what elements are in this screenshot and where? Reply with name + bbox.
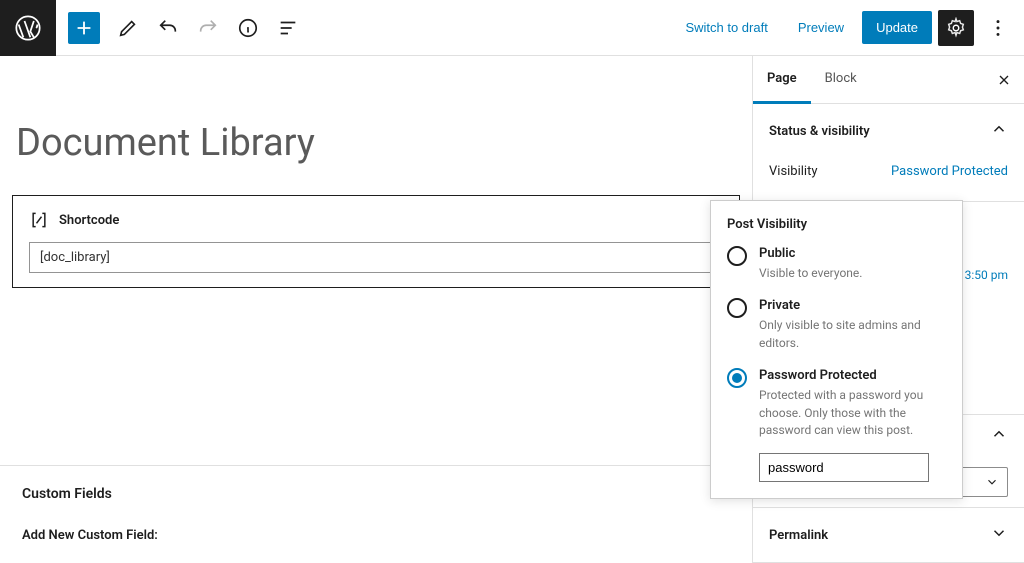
more-options-button[interactable]	[980, 10, 1016, 46]
chevron-down-icon	[990, 524, 1008, 546]
visibility-option-password[interactable]: Password Protected Protected with a pass…	[727, 368, 946, 439]
status-visibility-body: Visibility Password Protected	[753, 158, 1024, 201]
close-icon	[996, 72, 1012, 88]
chevron-up-icon	[990, 425, 1008, 447]
shortcode-block-header: Shortcode	[29, 210, 723, 230]
gear-icon	[945, 17, 967, 39]
tab-block[interactable]: Block	[811, 56, 871, 104]
toolbar-right: Switch to draft Preview Update	[673, 10, 1024, 46]
sidebar-tabs: Page Block	[753, 56, 1024, 104]
update-button[interactable]: Update	[862, 11, 932, 44]
preview-button[interactable]: Preview	[786, 12, 856, 43]
status-visibility-panel: Status & visibility Visibility Password …	[753, 104, 1024, 202]
radio-private-desc: Only visible to site admins and editors.	[759, 317, 946, 352]
post-visibility-popover: Post Visibility Public Visible to everyo…	[710, 200, 963, 499]
undo-button[interactable]	[150, 10, 186, 46]
outline-button[interactable]	[270, 10, 306, 46]
shortcode-label: Shortcode	[59, 213, 119, 228]
publish-time-peek: 3:50 pm	[965, 268, 1008, 282]
editor-canvas: Document Library Shortcode Custom Fields…	[0, 56, 752, 563]
visibility-option-private[interactable]: Private Only visible to site admins and …	[727, 298, 946, 352]
radio-password-desc: Protected with a password you choose. On…	[759, 387, 946, 439]
wordpress-logo[interactable]	[0, 0, 56, 56]
info-icon	[237, 17, 259, 39]
radio-private-label: Private	[759, 298, 946, 313]
visibility-option-public[interactable]: Public Visible to everyone.	[727, 246, 946, 282]
chevron-up-icon	[990, 120, 1008, 142]
visibility-row: Visibility Password Protected	[769, 158, 1008, 185]
pencil-icon	[117, 17, 139, 39]
password-input[interactable]	[759, 453, 929, 482]
shortcode-block[interactable]: Shortcode	[12, 195, 740, 288]
editor-topbar: Switch to draft Preview Update	[0, 0, 1024, 56]
tab-page[interactable]: Page	[753, 56, 811, 104]
plus-icon	[73, 17, 95, 39]
page-title[interactable]: Document Library	[10, 121, 742, 165]
visibility-value[interactable]: Password Protected	[891, 164, 1008, 179]
add-block-button[interactable]	[68, 12, 100, 44]
shortcode-icon	[29, 210, 49, 230]
custom-fields-title: Custom Fields	[22, 486, 730, 502]
add-custom-field-label: Add New Custom Field:	[22, 528, 730, 543]
switch-to-draft-button[interactable]: Switch to draft	[673, 12, 779, 43]
radio-public-label: Public	[759, 246, 862, 261]
chevron-down-icon	[985, 475, 999, 489]
wordpress-icon	[14, 14, 42, 42]
permalink-panel: Permalink	[753, 508, 1024, 563]
visibility-label: Visibility	[769, 164, 818, 179]
toolbar-left	[56, 10, 306, 46]
status-visibility-title: Status & visibility	[769, 124, 870, 139]
redo-button[interactable]	[190, 10, 226, 46]
shortcode-input[interactable]	[29, 242, 723, 273]
custom-fields-panel: Custom Fields Add New Custom Field:	[0, 465, 752, 563]
settings-button[interactable]	[938, 10, 974, 46]
list-icon	[277, 17, 299, 39]
radio-private[interactable]	[727, 298, 747, 318]
redo-icon	[197, 17, 219, 39]
permalink-title: Permalink	[769, 528, 828, 543]
undo-icon	[157, 17, 179, 39]
radio-public[interactable]	[727, 246, 747, 266]
info-button[interactable]	[230, 10, 266, 46]
radio-password-label: Password Protected	[759, 368, 946, 383]
close-sidebar-button[interactable]	[984, 56, 1024, 104]
more-vertical-icon	[987, 17, 1009, 39]
radio-password[interactable]	[727, 368, 747, 388]
edit-mode-button[interactable]	[110, 10, 146, 46]
popover-title: Post Visibility	[727, 217, 946, 232]
permalink-header[interactable]: Permalink	[753, 508, 1024, 562]
status-visibility-header[interactable]: Status & visibility	[753, 104, 1024, 158]
radio-public-desc: Visible to everyone.	[759, 265, 862, 282]
